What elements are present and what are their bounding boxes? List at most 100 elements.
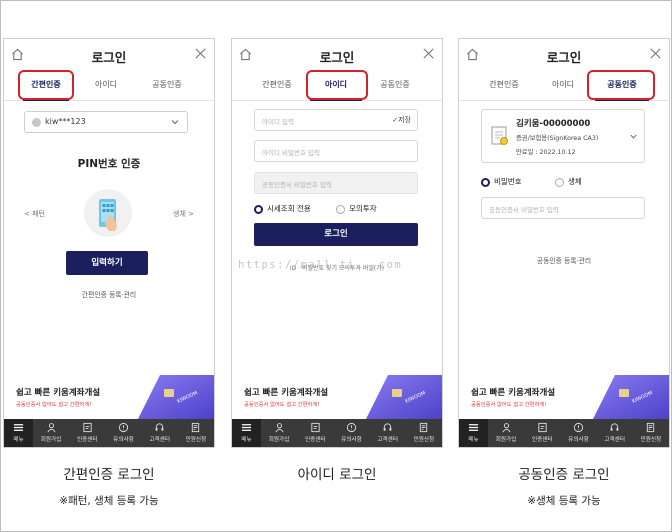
account-open-banner[interactable]: 쉽고 빠른 키움계좌개설 공동인증서 없어도 쉽고 간편하게! KIWOOM <box>459 375 669 421</box>
manage-simple-auth-link[interactable]: 간편인증 등록·관리 <box>4 289 214 299</box>
headset-icon <box>383 423 392 431</box>
pin-illustration[interactable] <box>84 189 132 237</box>
nav-auth-center[interactable]: 인증센터 <box>524 419 560 447</box>
nav-label: 민원신청 <box>640 437 662 443</box>
tab-id[interactable]: 아이디 <box>86 79 126 90</box>
tab-simple-auth[interactable]: 간편인증 <box>254 79 300 90</box>
account-open-banner[interactable]: 쉽고 빠른 키움계좌개설 공동인증서 없어도 쉽고 간편하게! KIWOOM <box>232 375 442 421</box>
manage-cert-link[interactable]: 공동인증 등록·관리 <box>459 255 669 265</box>
nav-label: 회원가입 <box>495 437 517 443</box>
account-value: kiw***123 <box>45 117 86 126</box>
headset-icon <box>610 423 619 431</box>
nav-label: 메뉴 <box>241 437 252 443</box>
radio-label: 비밀번호 <box>494 177 522 186</box>
bottom-nav: 메뉴 회원가입 인증센터 유의사항 고객센터 민원신청 <box>4 419 214 447</box>
close-icon[interactable] <box>649 47 662 60</box>
tab-cert[interactable]: 공동인증 <box>142 79 192 90</box>
banner-subtitle: 공동인증서 없어도 쉽고 간편하게! <box>244 402 320 408</box>
card-illustration: KIWOOM <box>593 375 669 419</box>
tab-simple-auth[interactable]: 간편인증 <box>481 79 527 90</box>
nav-customer-center[interactable]: 고객센터 <box>370 419 406 447</box>
highlight-box <box>587 70 655 100</box>
caption-title: 공동인증 로그인 <box>518 467 610 483</box>
nav-customer-center[interactable]: 고객센터 <box>142 419 178 447</box>
nav-signup[interactable]: 회원가입 <box>488 419 524 447</box>
nav-menu[interactable]: 메뉴 <box>4 419 33 447</box>
document-icon <box>192 422 200 433</box>
radio-quote-only[interactable]: 시세조회 전용 <box>254 203 311 214</box>
nav-label: 고객센터 <box>604 437 625 443</box>
nav-notice[interactable]: 유의사항 <box>333 419 369 447</box>
nav-label: 회원가입 <box>268 437 290 443</box>
nav-menu[interactable]: 메뉴 <box>459 419 488 447</box>
tab-id[interactable]: 아이디 <box>543 79 583 90</box>
banner-title: 쉽고 빠른 키움계좌개설 <box>471 388 556 398</box>
account-open-banner[interactable]: 쉽고 빠른 키움계좌개설 공동인증서 없어도 쉽고 간편하게! KIWOOM <box>4 375 214 421</box>
pin-title: PIN번호 인증 <box>77 158 141 170</box>
nav-signup[interactable]: 회원가입 <box>261 419 297 447</box>
save-id-checkbox[interactable]: ✓저장 <box>392 115 411 125</box>
certificate-icon <box>491 126 508 145</box>
certificate-icon <box>311 422 320 433</box>
biometric-option[interactable]: 생체 > <box>173 209 194 219</box>
caption-cert-login: 공동인증 로그인 ※생체 등록 가능 <box>458 463 670 508</box>
person-icon <box>275 423 284 433</box>
bottom-nav: 메뉴 회원가입 인증센터 유의사항 고객센터 민원신청 <box>232 419 442 447</box>
nav-label: 고객센터 <box>377 437 398 443</box>
nav-auth-center[interactable]: 인증센터 <box>69 419 105 447</box>
nav-complaint[interactable]: 민원신청 <box>633 419 669 447</box>
highlight-box <box>18 70 74 100</box>
chevron-down-icon[interactable] <box>629 132 638 141</box>
phone-touch-icon <box>99 199 117 231</box>
caption-id-login: 아이디 로그인 <box>231 463 443 483</box>
screen-cert-login: 로그인 간편인증 아이디 공동인증 김키움-00000000 증권/보험용(Si… <box>458 38 670 448</box>
bottom-nav: 메뉴 회원가입 인증센터 유의사항 고객센터 민원신청 <box>459 419 669 447</box>
radio-checked-icon <box>254 204 263 214</box>
banner-title: 쉽고 빠른 키움계좌개설 <box>16 388 101 398</box>
cert-issuer: 증권/보험용(SignKorea CA3) <box>516 135 599 142</box>
menu-icon <box>13 424 24 431</box>
close-icon[interactable] <box>194 47 207 60</box>
caption-note: ※패턴, 생체 등록 가능 <box>59 495 159 507</box>
nav-label: 유의사항 <box>113 437 134 443</box>
cert-password-input[interactable]: 공동인증서 비밀번호 입력 <box>481 197 645 219</box>
radio-biometric[interactable]: 생체 <box>555 176 582 187</box>
account-select[interactable]: kiw***123 <box>24 111 188 133</box>
close-icon[interactable] <box>422 47 435 60</box>
certificate-card[interactable]: 김키움-00000000 증권/보험용(SignKorea CA3) 만료일 :… <box>481 109 645 163</box>
radio-label: 생체 <box>568 177 582 186</box>
cert-password-placeholder: 공동인증서 비밀번호 입력 <box>489 206 559 214</box>
nav-label: 민원신청 <box>413 437 435 443</box>
tab-cert[interactable]: 공동인증 <box>370 79 420 90</box>
radio-mock-trading[interactable]: 모의투자 <box>336 203 377 214</box>
page-title: 로그인 <box>91 50 127 65</box>
nav-auth-center[interactable]: 인증센터 <box>297 419 333 447</box>
nav-notice[interactable]: 유의사항 <box>105 419 141 447</box>
nav-customer-center[interactable]: 고객센터 <box>597 419 633 447</box>
id-input[interactable]: 아이디 입력 ✓저장 <box>254 109 418 131</box>
nav-complaint[interactable]: 민원신청 <box>406 419 442 447</box>
nav-label: 인증센터 <box>76 437 98 443</box>
nav-menu[interactable]: 메뉴 <box>232 419 261 447</box>
page-title: 로그인 <box>546 50 582 65</box>
radio-password[interactable]: 비밀번호 <box>481 176 522 187</box>
nav-label: 유의사항 <box>341 437 362 443</box>
cert-password-placeholder: 공동인증서 비밀번호 입력 <box>262 181 332 189</box>
nav-notice[interactable]: 유의사항 <box>560 419 596 447</box>
radio-unchecked-icon <box>555 177 564 187</box>
password-input[interactable]: 아이디 비밀번호 입력 <box>254 140 418 162</box>
document-icon <box>647 422 655 433</box>
nav-complaint[interactable]: 민원신청 <box>178 419 214 447</box>
login-button[interactable]: 로그인 <box>254 223 418 246</box>
pattern-option[interactable]: < 패턴 <box>24 209 45 219</box>
chevron-down-icon <box>171 120 179 125</box>
input-pin-button[interactable]: 입력하기 <box>66 251 148 275</box>
nav-label: 민원신청 <box>185 437 207 443</box>
nav-signup[interactable]: 회원가입 <box>33 419 69 447</box>
certificate-icon <box>538 422 547 433</box>
nav-label: 고객센터 <box>149 437 170 443</box>
password-placeholder: 아이디 비밀번호 입력 <box>262 149 320 157</box>
alert-icon <box>346 422 357 433</box>
headset-icon <box>155 423 164 431</box>
header: 로그인 <box>459 39 669 71</box>
